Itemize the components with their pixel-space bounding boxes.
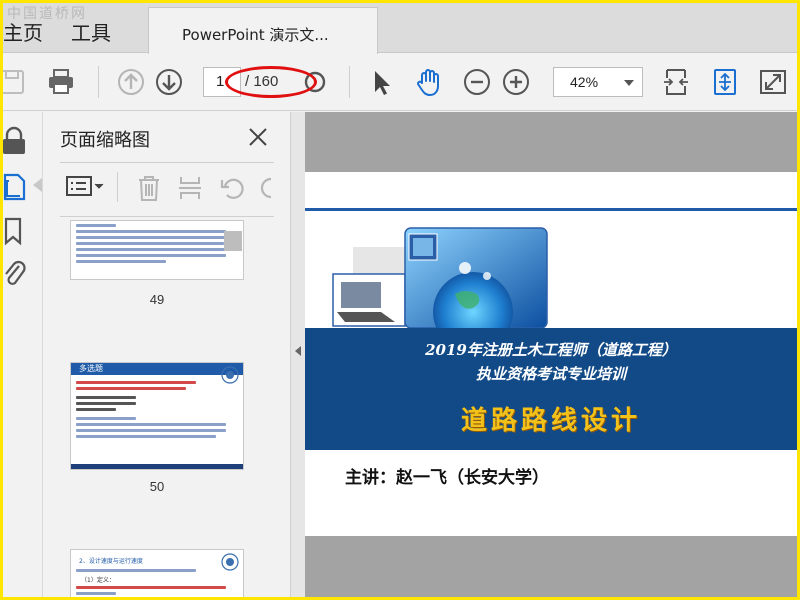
slide-presenter: 主讲：赵一飞（长安大学）: [345, 468, 549, 488]
close-icon[interactable]: [247, 126, 269, 148]
thumbnail-header-bar: 多选题: [71, 363, 243, 375]
zoom-out-icon[interactable]: [461, 66, 493, 98]
panel-divider: [60, 216, 274, 217]
panel-title: 页面缩略图: [60, 130, 150, 151]
active-pointer: [33, 178, 42, 192]
thumbnail-subheader-text: （1）定义：: [81, 577, 115, 584]
slide-title-line2: 执业资格考试专业培训: [475, 365, 626, 383]
left-rail: [3, 112, 43, 597]
app-window: 主页 工具 PowerPoint 演示文... 中国道桥网 1 / 160 42…: [3, 3, 797, 597]
fit-page-icon[interactable]: [660, 66, 692, 98]
tab-document-label: PowerPoint 演示文...: [182, 26, 329, 44]
delete-icon[interactable]: [136, 174, 162, 202]
tab-document[interactable]: PowerPoint 演示文...: [148, 7, 378, 54]
thumbnail-page-51[interactable]: 2、设计速度与运行速度 （1）定义：: [70, 549, 244, 597]
chevron-left-icon: [295, 346, 301, 356]
thumbnail-scrollbar[interactable]: [264, 220, 284, 597]
university-logo-icon: [221, 366, 239, 384]
scrollbar-thumb[interactable]: [224, 231, 242, 251]
university-logo-icon: [221, 553, 239, 571]
thumbnail-page-50[interactable]: 多选题: [70, 362, 244, 470]
hand-tool-icon[interactable]: [413, 66, 445, 98]
print-icon[interactable]: [45, 66, 77, 98]
next-page-icon[interactable]: [153, 66, 185, 98]
tab-bar: 主页 工具 PowerPoint 演示文... 中国道桥网: [3, 3, 797, 54]
extract-page-icon[interactable]: [177, 174, 203, 202]
annotation-ellipse: [225, 66, 317, 98]
scroll-mode-icon[interactable]: [709, 66, 741, 98]
thumbnail-options-icon[interactable]: [66, 174, 106, 200]
panel-separator: [117, 172, 118, 202]
bookmark-icon[interactable]: [3, 216, 29, 246]
watermark: 中国道桥网: [7, 6, 87, 22]
thumbnail-label: 49: [149, 292, 165, 307]
page-thumbnails-icon[interactable]: [3, 172, 29, 202]
thumbnail-label: 50: [149, 479, 165, 494]
slide-main-title: 道路路线设计: [460, 406, 641, 436]
rotate-right-icon[interactable]: [259, 174, 273, 202]
thumbnail-list: 49 多选题 50 2、设计速度与运行速度 （1）定义：: [60, 220, 274, 597]
document-view[interactable]: 2019年注册土木工程师（道路工程） 执业资格考试专业培训 道路路线设计 主讲：…: [305, 112, 797, 597]
page-thumbnails-panel: 页面缩略图 49 多选题 50 2、设计速度与运行速度 （1）定义：: [44, 112, 290, 597]
toolbar: 1 / 160 42%: [3, 54, 797, 111]
zoom-select[interactable]: 42%: [553, 67, 643, 97]
slide-banner-image: [332, 227, 548, 332]
select-cursor-icon[interactable]: [365, 66, 397, 98]
slide-title-line1: 2019年注册土木工程师（道路工程）: [425, 341, 677, 359]
save-icon[interactable]: [3, 66, 29, 98]
slide-page: 2019年注册土木工程师（道路工程） 执业资格考试专业培训 道路路线设计 主讲：…: [305, 172, 797, 536]
full-screen-icon[interactable]: [757, 66, 789, 98]
thumbnail-header-text: 多选题: [79, 364, 103, 373]
lock-icon[interactable]: [3, 126, 29, 156]
chevron-down-icon: [624, 80, 634, 86]
thumbnail-page-49[interactable]: [70, 220, 244, 280]
thumbnail-header-text: 2、设计速度与运行速度: [79, 558, 143, 565]
rotate-left-icon[interactable]: [219, 174, 245, 202]
panel-divider: [60, 162, 274, 163]
toolbar-separator: [98, 66, 99, 98]
previous-page-icon[interactable]: [115, 66, 147, 98]
toolbar-separator: [349, 66, 350, 98]
panel-collapse-handle[interactable]: [290, 112, 305, 597]
zoom-in-icon[interactable]: [500, 66, 532, 98]
zoom-value: 42%: [570, 74, 599, 90]
attachment-icon[interactable]: [3, 260, 29, 290]
